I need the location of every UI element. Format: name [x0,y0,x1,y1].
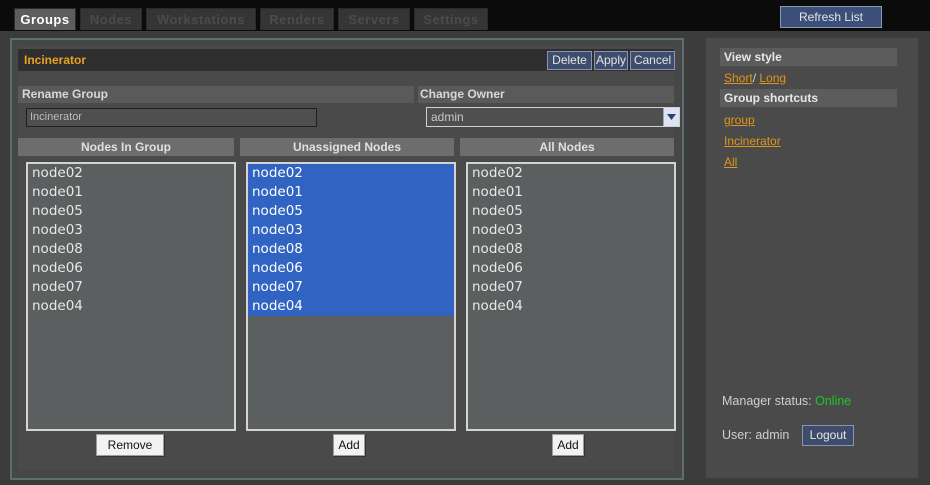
manager-status-label: Manager status: [722,394,812,408]
top-tab-bar: Groups Nodes Workstations Renders Server… [0,0,930,31]
nodes-in-group-list[interactable]: node02 node01 node05 node03 node08 node06 node… [26,162,236,431]
tab-settings[interactable]: Settings [414,8,488,30]
all-nodes-header: All Nodes [460,138,674,156]
rename-group-label: Rename Group [18,86,414,103]
tab-renders[interactable]: Renders [260,8,334,30]
list-item[interactable]: node07 [28,278,234,297]
view-long-link[interactable]: Long [759,71,786,85]
add-unassigned-button[interactable]: Add [333,434,365,456]
shortcut-link-group[interactable]: group [724,113,755,127]
list-item[interactable]: node04 [468,297,674,316]
tab-groups[interactable]: Groups [14,8,76,30]
list-item[interactable]: node08 [248,240,454,259]
list-item[interactable]: node02 [468,164,674,183]
group-title: Incinerator [24,53,87,67]
list-item[interactable]: node03 [28,221,234,240]
add-all-button[interactable]: Add [552,434,584,456]
group-shortcuts-header: Group shortcuts [720,89,897,107]
logout-button[interactable]: Logout [802,425,854,446]
side-panel: View style Short/ Long Group shortcuts g… [706,38,918,478]
view-style-header: View style [720,48,897,66]
list-item[interactable]: node02 [248,164,454,183]
list-item[interactable]: node03 [468,221,674,240]
nodes-in-group-header: Nodes In Group [18,138,234,156]
list-item[interactable]: node06 [28,259,234,278]
tab-workstations[interactable]: Workstations [146,8,256,30]
shortcut-link-all[interactable]: All [724,155,737,169]
list-item[interactable]: node07 [468,278,674,297]
tab-nodes[interactable]: Nodes [80,8,142,30]
chevron-down-icon[interactable] [663,108,679,126]
group-header-bar: Incinerator Delete Apply Cancel [18,49,675,71]
rename-group-input[interactable]: Incinerator [26,108,317,127]
list-item[interactable]: node03 [248,221,454,240]
owner-select[interactable]: admin [426,107,680,127]
owner-select-value: admin [431,110,464,124]
refresh-list-button[interactable]: Refresh List [780,6,882,28]
apply-button[interactable]: Apply [594,51,628,70]
list-item[interactable]: node05 [28,202,234,221]
list-item[interactable]: node02 [28,164,234,183]
view-style-separator: / [752,71,757,85]
view-short-link[interactable]: Short [724,71,753,85]
list-item[interactable]: node05 [248,202,454,221]
unassigned-nodes-list[interactable]: node02 node01 node05 node03 node08 node06 node… [246,162,456,431]
shortcut-link-incinerator[interactable]: Incinerator [724,134,781,148]
list-item[interactable]: node08 [28,240,234,259]
group-editor-panel: Incinerator Delete Apply Cancel Rename G… [10,38,684,480]
manager-status: Manager status: Online [722,394,851,408]
all-nodes-list[interactable]: node02 node01 node05 node03 node08 node06 node… [466,162,676,431]
view-style-links: Short/ Long [724,71,786,85]
list-item[interactable]: node01 [28,183,234,202]
user-label: User: admin [722,428,790,442]
cancel-button[interactable]: Cancel [630,51,675,70]
list-item[interactable]: node04 [28,297,234,316]
list-item[interactable]: node01 [248,183,454,202]
list-item[interactable]: node07 [248,278,454,297]
list-item[interactable]: node04 [248,297,454,316]
list-item[interactable]: node06 [468,259,674,278]
list-item[interactable]: node06 [248,259,454,278]
list-item[interactable]: node05 [468,202,674,221]
delete-button[interactable]: Delete [547,51,592,70]
unassigned-nodes-header: Unassigned Nodes [240,138,454,156]
group-editor-body: Incinerator Delete Apply Cancel Rename G… [18,46,680,470]
list-item[interactable]: node01 [468,183,674,202]
list-item[interactable]: node08 [468,240,674,259]
remove-button[interactable]: Remove [96,434,164,456]
change-owner-label: Change Owner [418,86,674,103]
tab-servers[interactable]: Servers [338,8,410,30]
manager-status-value: Online [815,394,852,408]
